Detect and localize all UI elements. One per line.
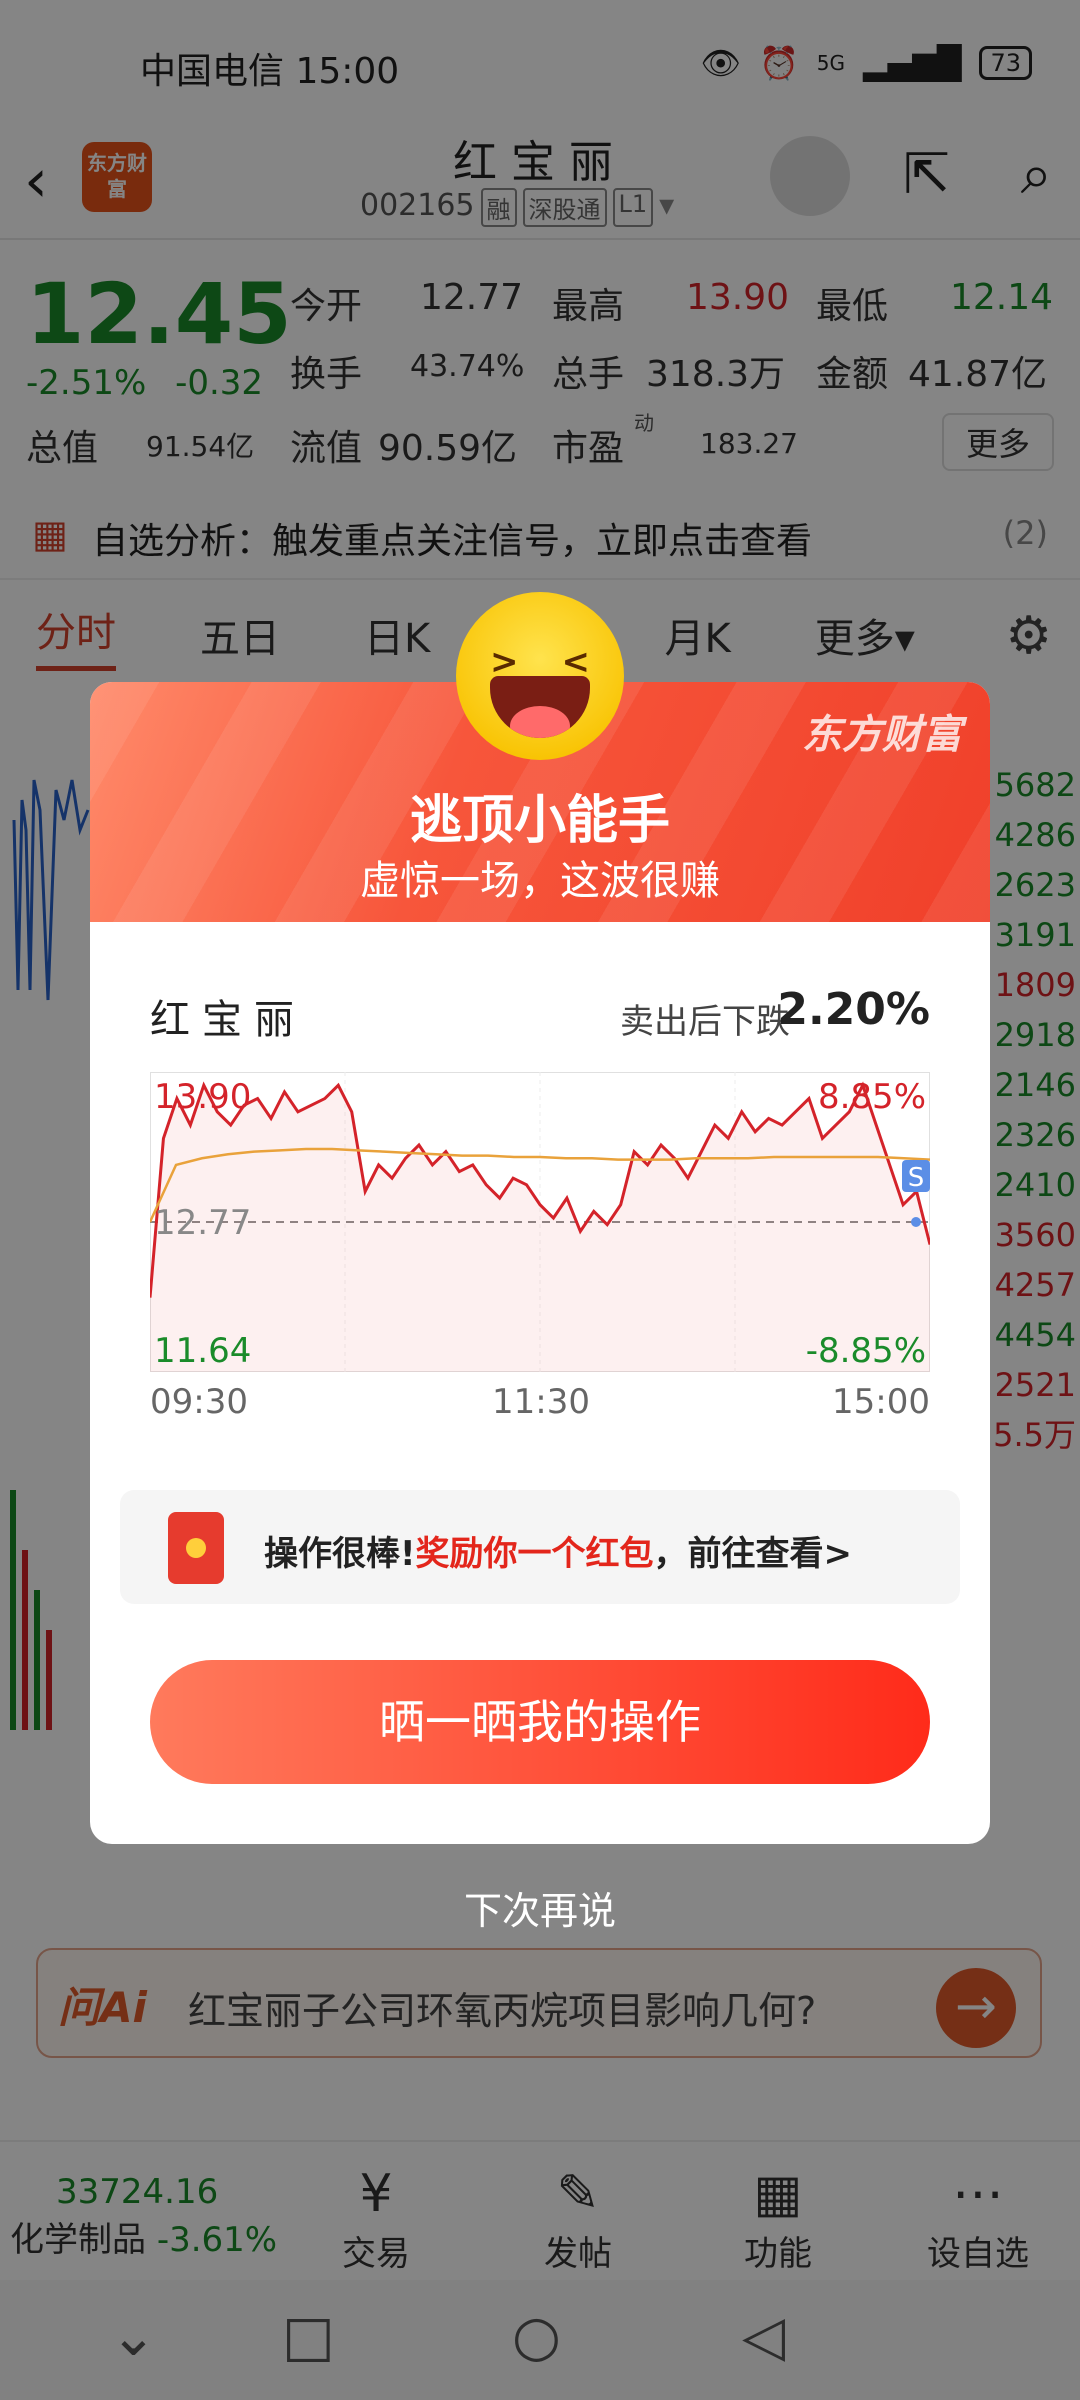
- modal-subtitle: 虚惊一场，这波很赚: [360, 858, 720, 904]
- modal-title: 逃顶小能手: [409, 791, 670, 851]
- emoji-tongue: [510, 706, 570, 738]
- emoji-mouth: [490, 676, 590, 738]
- reward-prefix: 操作很棒!: [264, 1534, 416, 1574]
- modal-brand-watermark: 东方财富: [802, 712, 962, 758]
- drop-after-sell-value: 2.20%: [777, 984, 930, 1035]
- mini-chart-svg: 13.90 8.85% 12.77 11.64 -8.85% S: [148, 1071, 932, 1373]
- red-envelope-reward[interactable]: 操作很棒!奖励你一个红包，前往查看>: [120, 1490, 960, 1604]
- time-tick-mid: 11:30: [492, 1382, 590, 1422]
- chart-low-label: 11.64: [154, 1331, 251, 1371]
- chart-base-label: 12.77: [154, 1203, 251, 1243]
- chart-high-label: 13.90: [154, 1077, 251, 1117]
- sell-marker-text: S: [908, 1163, 925, 1193]
- achievement-modal: 东方财富 逃顶小能手 虚惊一场，这波很赚 红宝丽 卖出后下跌 2.20% 13.…: [90, 682, 990, 1844]
- chart-high-pct: 8.85%: [818, 1077, 926, 1117]
- time-tick-start: 09:30: [150, 1382, 248, 1422]
- intraday-mini-chart: 13.90 8.85% 12.77 11.64 -8.85% S: [148, 1071, 932, 1373]
- maybe-later-button[interactable]: 下次再说: [0, 1880, 1080, 1935]
- reward-text: 操作很棒!奖励你一个红包，前往查看>: [264, 1526, 852, 1575]
- red-envelope-icon: [168, 1512, 224, 1584]
- reward-highlight: 奖励你一个红包: [415, 1534, 654, 1574]
- modal-stock-name: 红宝丽: [150, 997, 306, 1043]
- drop-after-sell-label: 卖出后下跌: [620, 1002, 790, 1042]
- mini-chart-time-axis: 09:30 11:30 15:00: [150, 1382, 930, 1432]
- chart-low-pct: -8.85%: [806, 1331, 926, 1371]
- laughing-emoji-icon: > <: [456, 592, 624, 760]
- sell-point: [911, 1217, 921, 1227]
- share-operation-button[interactable]: 晒一晒我的操作: [150, 1660, 930, 1784]
- reward-suffix: ，前往查看>: [653, 1534, 853, 1574]
- time-tick-end: 15:00: [832, 1382, 930, 1422]
